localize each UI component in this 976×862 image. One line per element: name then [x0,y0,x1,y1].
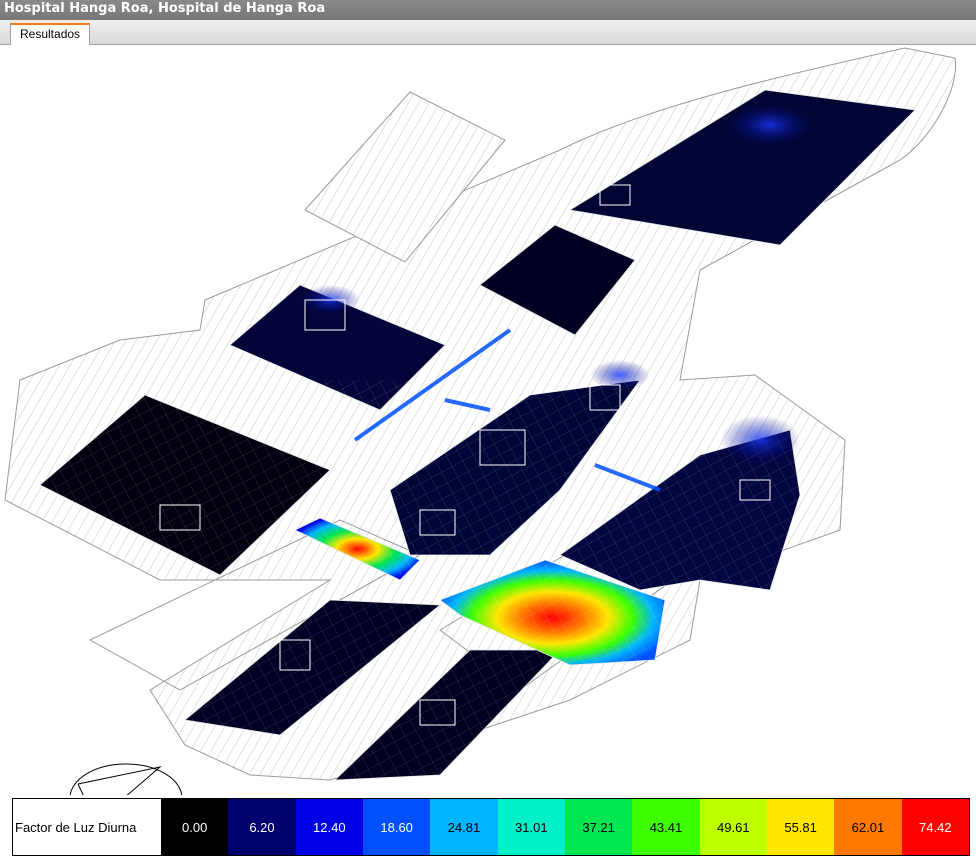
building-daylight-render[interactable] [0,45,976,795]
legend-swatch-6: 37.21 [564,799,633,855]
legend-swatch-1: 6.20 [228,799,296,855]
tab-strip: Resultados [0,20,976,45]
tab-resultados[interactable]: Resultados [10,23,91,45]
3d-viewport[interactable] [0,45,976,795]
legend-swatch-3: 18.60 [362,799,431,855]
legend-swatch-10: 62.01 [834,799,902,855]
legend-swatch-2: 12.40 [295,799,363,855]
daylight-factor-legend: Factor de Luz Diurna 0.00 6.20 12.40 18.60 2… [12,798,970,856]
window-title: Hospital Hanga Roa, Hospital de Hanga Ro… [0,0,976,20]
legend-swatch-4: 24.81 [430,799,498,855]
legend-swatch-7: 43.41 [632,799,700,855]
legend-swatch-9: 55.81 [766,799,835,855]
legend-swatch-5: 31.01 [497,799,565,855]
legend-swatch-11: 74.42 [901,799,969,855]
legend-swatch-8: 49.61 [699,799,767,855]
north-compass-icon [69,763,183,795]
legend-title: Factor de Luz Diurna [15,819,137,835]
legend-swatch-0: 0.00 [161,799,229,855]
